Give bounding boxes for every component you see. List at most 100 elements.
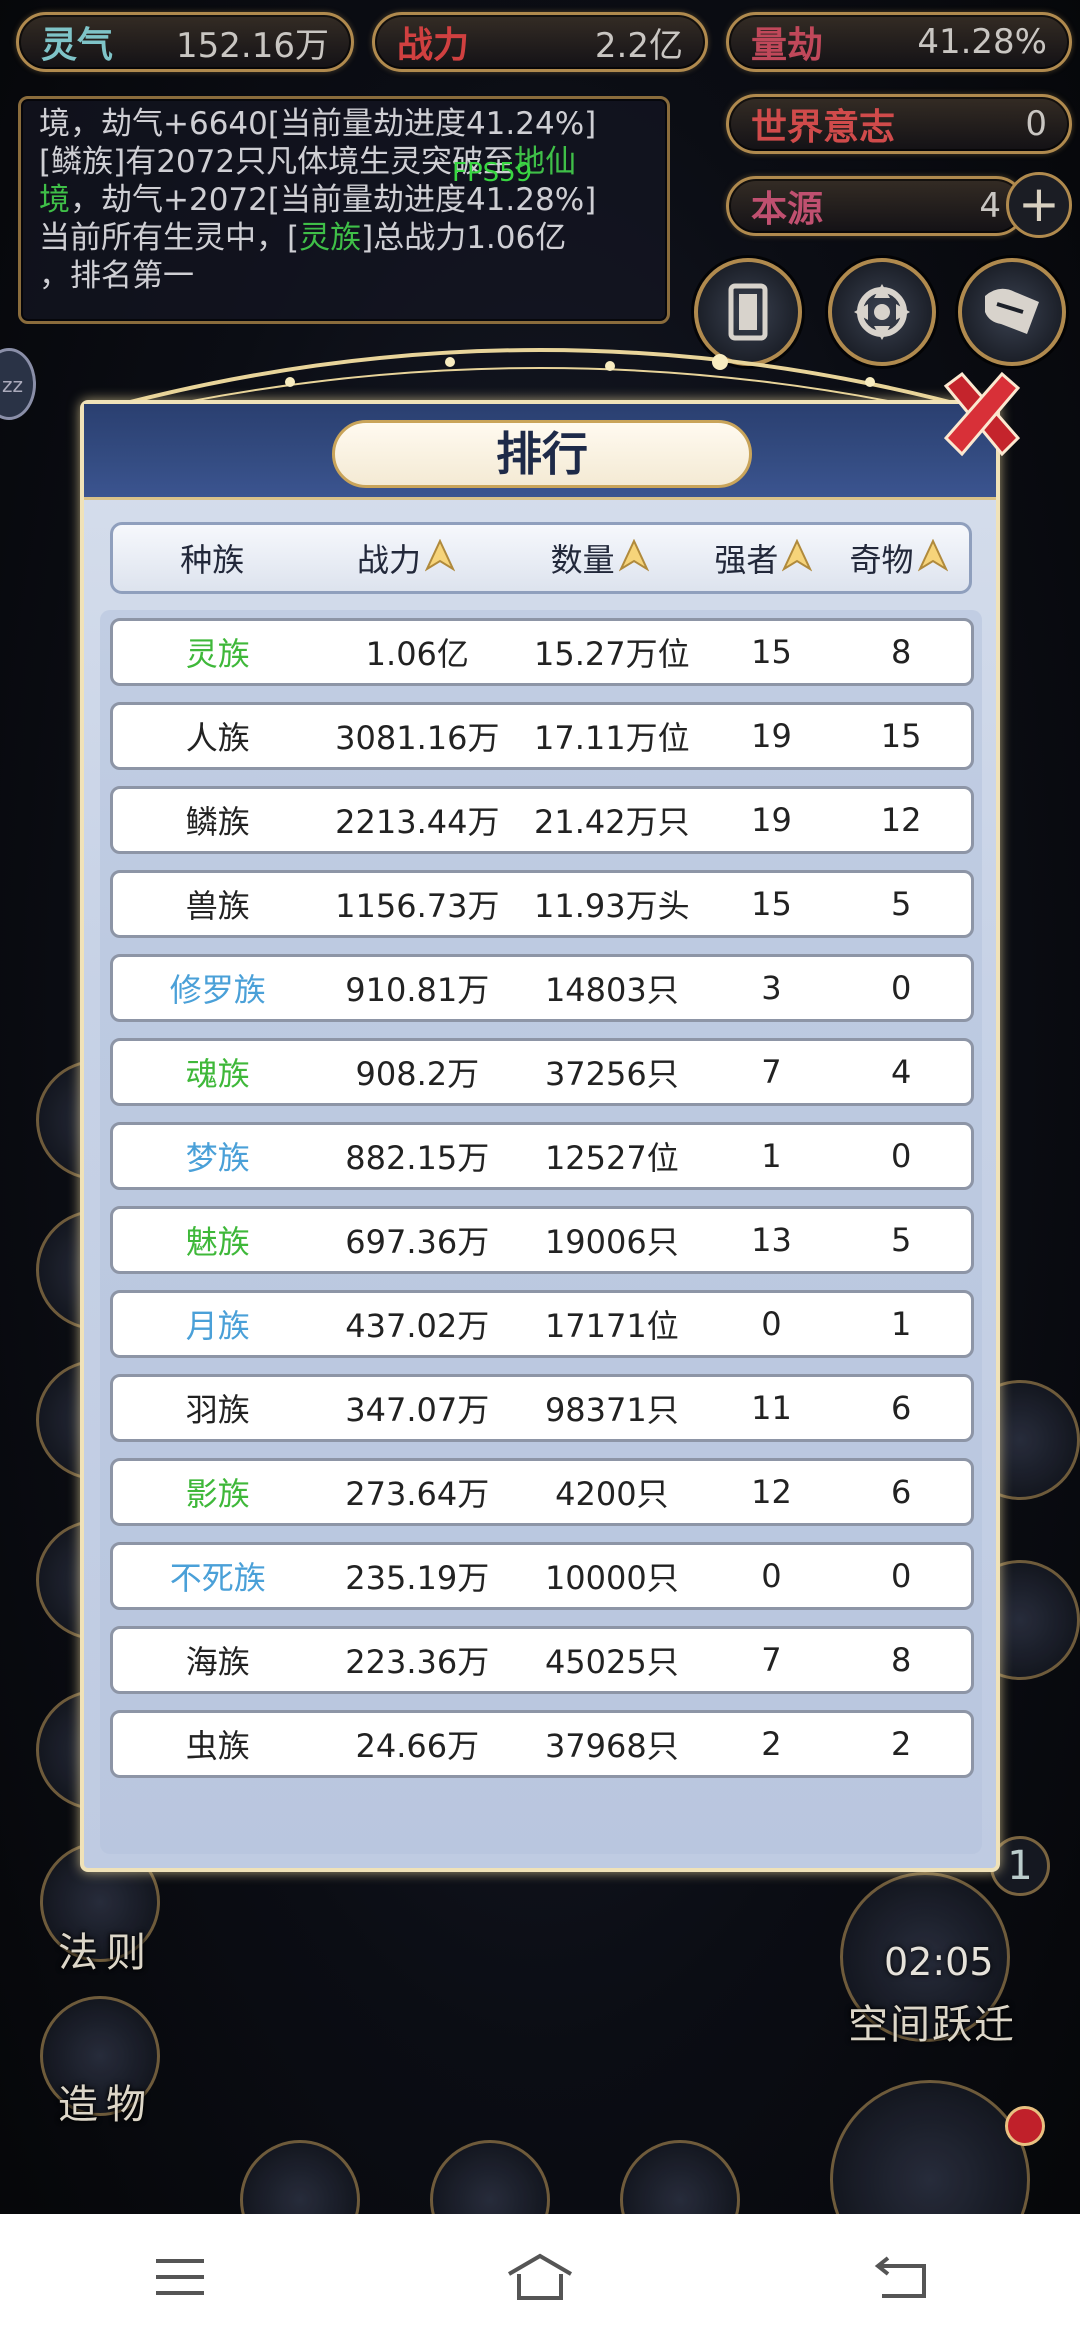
cell-count: 11.93万头 (534, 887, 690, 925)
cell-power: 347.07万 (345, 1391, 490, 1430)
cell-race: 不死族 (169, 1559, 266, 1598)
cell-strong: 13 (751, 1221, 792, 1260)
stat-liangjie-value: 41.28% (917, 22, 1047, 62)
cell-power: 1156.73万 (335, 887, 500, 925)
cell-items: 8 (890, 633, 912, 671)
cell-strong: 12 (751, 1473, 792, 1512)
cell-items: 6 (890, 1389, 912, 1428)
cell-items: 5 (890, 885, 912, 923)
table-row[interactable]: 鳞族 2213.44万 21.42万只 19 12 (110, 786, 974, 854)
cell-race: 海族 (185, 1643, 250, 1682)
sort-strong-arrow-icon[interactable] (782, 539, 813, 577)
cell-items: 12 (880, 801, 922, 839)
cell-strong: 2 (761, 1725, 782, 1764)
stat-shijie[interactable]: 世界意志 0 (726, 94, 1072, 154)
cell-race: 兽族 (185, 887, 250, 925)
close-icon[interactable] (932, 366, 1032, 466)
cell-items: 6 (890, 1473, 912, 1512)
cell-strong: 19 (751, 717, 792, 755)
faze-label[interactable]: 法则 (58, 1920, 154, 1978)
stat-lingqi-label: 灵气 (41, 24, 114, 66)
cell-strong: 15 (751, 885, 792, 923)
cell-race: 羽族 (185, 1391, 250, 1430)
home-nav-button[interactable] (495, 2242, 585, 2312)
cell-strong: 3 (761, 969, 782, 1008)
cell-items: 8 (890, 1641, 912, 1680)
col-power[interactable]: 战力 (312, 535, 501, 581)
cell-items: 15 (880, 717, 922, 755)
jump-label[interactable]: 空间跃迁 (848, 1992, 1016, 2050)
table-row[interactable]: 月族 437.02万 17171位 0 1 (110, 1290, 974, 1359)
modal-title: 排行 (332, 420, 752, 488)
cell-race: 魅族 (185, 1223, 250, 1262)
stat-benyuan-label: 本源 (751, 188, 824, 230)
table-row[interactable]: 不死族 235.19万 10000只 0 0 (110, 1542, 974, 1611)
table-row[interactable]: 影族 273.64万 4200只 12 6 (110, 1458, 974, 1527)
cell-count: 14803只 (544, 971, 679, 1010)
stat-benyuan[interactable]: 本源 4 (726, 176, 1026, 236)
benyuan-plus-button[interactable]: + (1006, 172, 1072, 238)
cell-count: 37256只 (544, 1055, 679, 1094)
cell-strong: 1 (761, 1137, 782, 1176)
back-nav-button[interactable] (855, 2242, 945, 2312)
back-icon (874, 2256, 926, 2298)
cell-power: 24.66万 (355, 1727, 480, 1766)
stat-shijie-value: 0 (1025, 104, 1047, 144)
table-row[interactable]: 魅族 697.36万 19006只 13 5 (110, 1206, 974, 1275)
stat-liangjie: 量劫 41.28% (726, 12, 1072, 72)
home-icon (507, 2253, 573, 2300)
cell-count: 12527位 (544, 1139, 679, 1178)
log-line-2: [鳞族]有2072只凡体境生灵突破至地仙 (39, 144, 577, 180)
cell-race: 修罗族 (169, 971, 266, 1010)
table-row[interactable]: 兽族 1156.73万 11.93万头 15 5 (110, 870, 974, 938)
cell-power: 273.64万 (345, 1475, 490, 1514)
cell-power: 437.02万 (345, 1307, 490, 1346)
cell-power: 3081.16万 (335, 719, 500, 757)
cell-count: 10000只 (544, 1559, 679, 1598)
cell-power: 223.36万 (345, 1643, 490, 1682)
cell-race: 影族 (185, 1475, 250, 1514)
cell-count: 17.11万位 (534, 719, 690, 757)
col-count[interactable]: 数量 (500, 535, 699, 581)
cell-items: 0 (890, 1557, 912, 1596)
sort-count-arrow-icon[interactable] (618, 539, 649, 577)
stat-benyuan-value: 4 (979, 186, 1001, 226)
sleep-button[interactable]: zz (0, 348, 36, 420)
zaowu-label[interactable]: 造物 (58, 2072, 154, 2130)
stat-liangjie-label: 量劫 (751, 24, 824, 66)
cell-race: 梦族 (185, 1139, 250, 1178)
table-header: 种族 战力 数量 强者 奇物 (110, 522, 972, 594)
cell-strong: 7 (761, 1053, 782, 1092)
table-row[interactable]: 梦族 882.15万 12527位 1 0 (110, 1122, 974, 1191)
col-items[interactable]: 奇物 (828, 535, 969, 581)
sort-power-arrow-icon[interactable] (424, 539, 455, 577)
cell-power: 235.19万 (345, 1559, 490, 1598)
jump-timer: 02:05 (884, 1940, 994, 1984)
stat-zhanli: 战力 2.2亿 (372, 12, 708, 72)
table-row[interactable]: 海族 223.36万 45025只 7 8 (110, 1626, 974, 1695)
cell-race: 鳞族 (185, 803, 250, 841)
cell-power: 2213.44万 (335, 803, 500, 841)
cell-strong: 7 (761, 1641, 782, 1680)
table-row[interactable]: 魂族 908.2万 37256只 7 4 (110, 1038, 974, 1107)
sort-items-arrow-icon[interactable] (917, 539, 948, 577)
col-strong[interactable]: 强者 (699, 535, 828, 581)
stat-lingqi-value: 152.16万 (176, 25, 329, 66)
table-row[interactable]: 羽族 347.07万 98371只 11 6 (110, 1374, 974, 1443)
cell-count: 19006只 (544, 1223, 679, 1262)
cell-count: 37968只 (544, 1727, 679, 1766)
log-line-1: 境，劫气+6640[当前量劫进度41.24%] (39, 106, 597, 142)
table-row[interactable]: 虫族 24.66万 37968只 2 2 (110, 1710, 974, 1779)
cell-strong: 11 (751, 1389, 792, 1428)
cell-power: 697.36万 (345, 1223, 490, 1262)
menu-nav-button[interactable] (135, 2242, 225, 2312)
table-row[interactable]: 灵族 1.06亿 15.27万位 15 8 (110, 618, 974, 686)
cell-count: 4200只 (555, 1475, 669, 1514)
ranking-table[interactable]: 灵族 1.06亿 15.27万位 15 8 人族 3081.16万 17.11万位 19 15 鳞族… (100, 610, 982, 1854)
table-row[interactable]: 人族 3081.16万 17.11万位 19 15 (110, 702, 974, 770)
cell-items: 1 (890, 1305, 912, 1344)
cell-race: 月族 (185, 1307, 250, 1346)
table-row[interactable]: 修罗族 910.81万 14803只 3 0 (110, 954, 974, 1023)
cell-power: 910.81万 (345, 971, 490, 1010)
cell-race: 灵族 (185, 635, 250, 673)
